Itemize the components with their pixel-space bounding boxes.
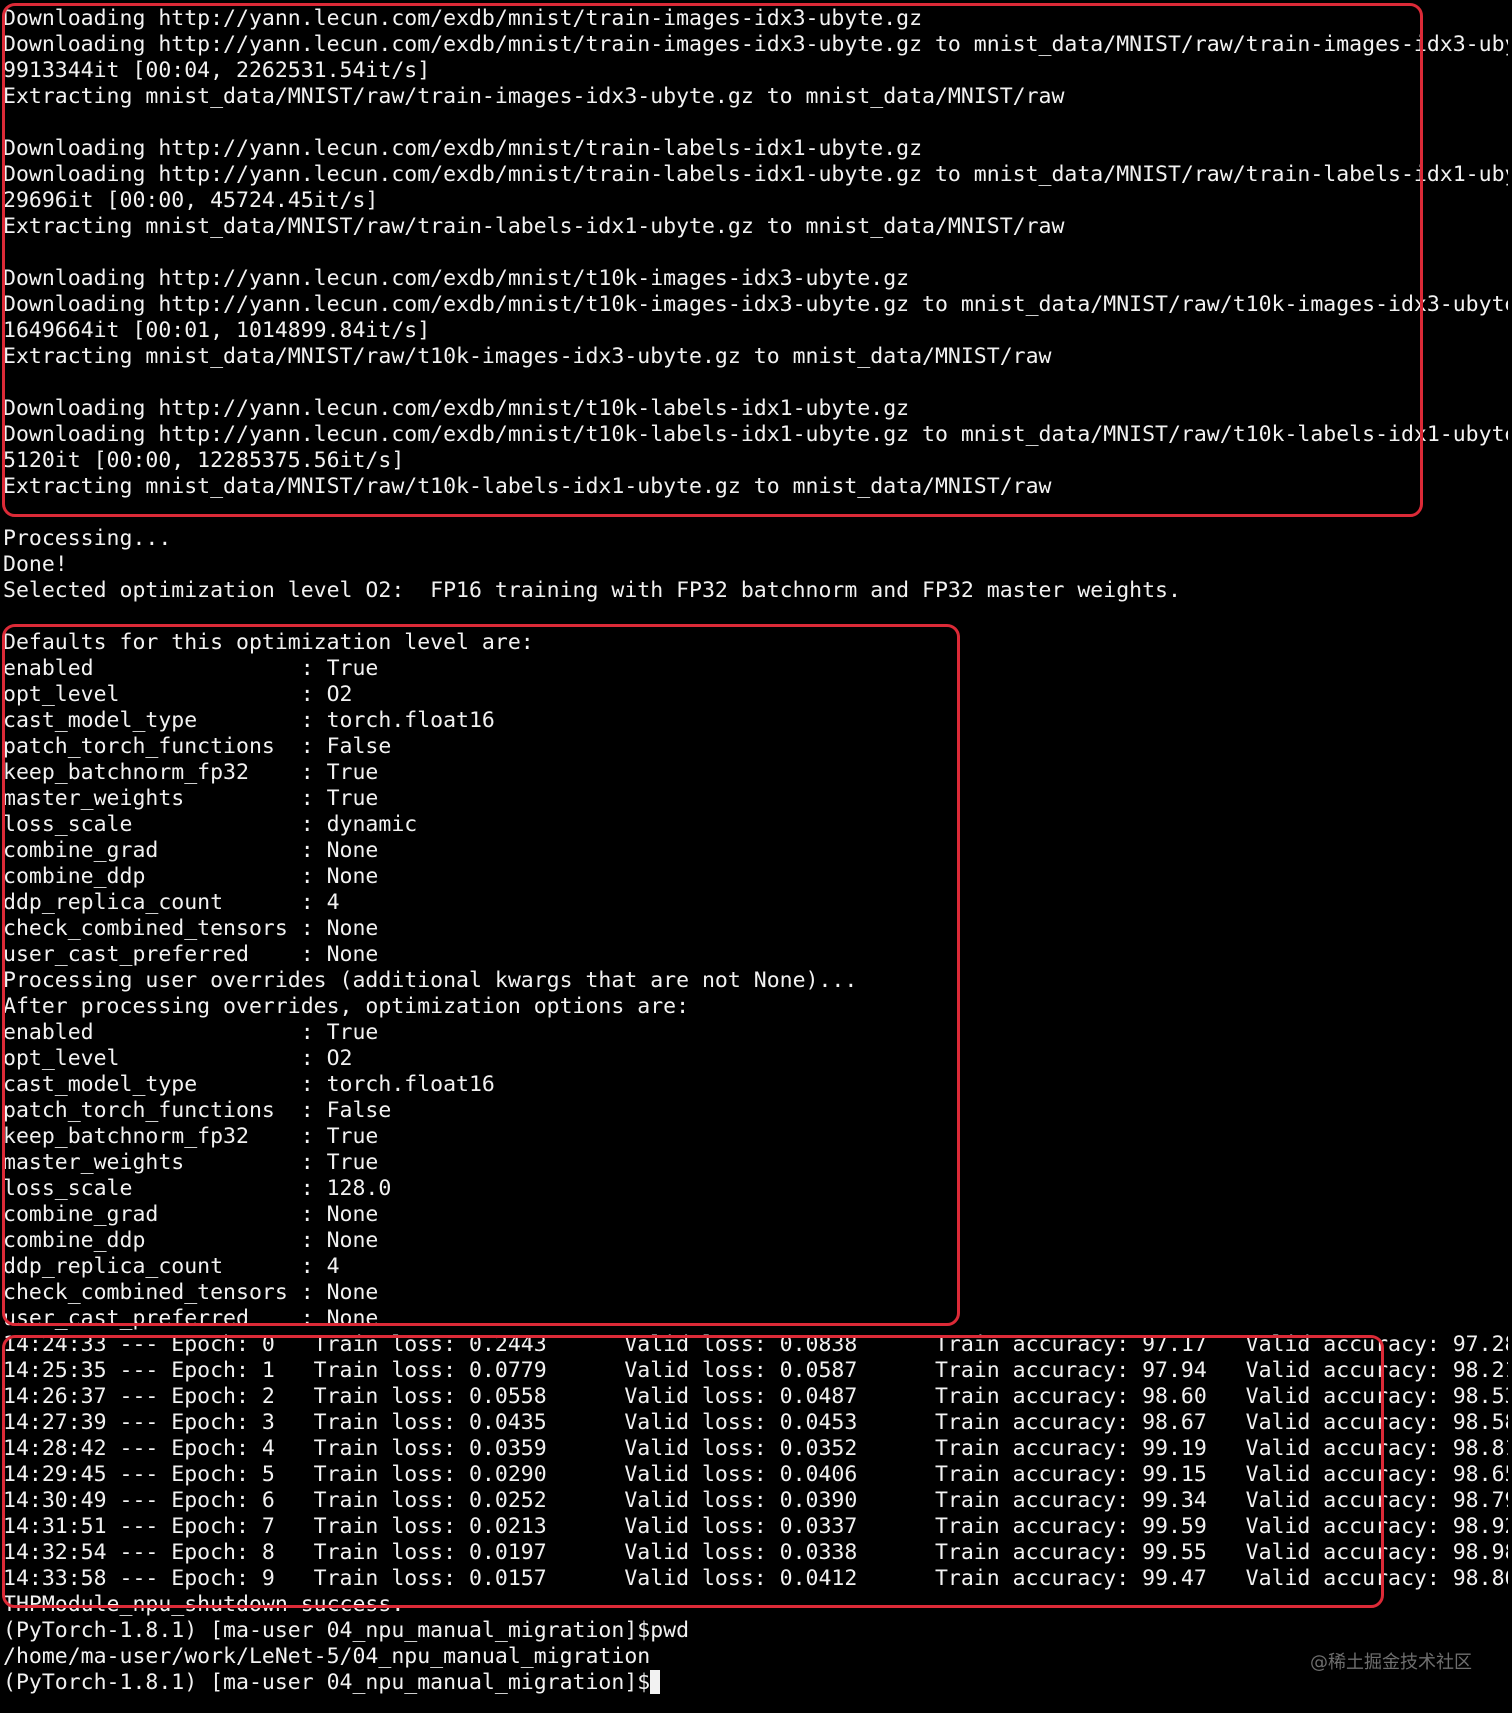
terminal-line: ddp_replica_count : 4	[3, 1254, 340, 1279]
terminal-line: THPModule_npu_shutdown success.	[3, 1592, 405, 1617]
terminal-line: 14:27:39 --- Epoch: 3 Train loss: 0.0435…	[3, 1410, 1508, 1435]
terminal-line: master_weights : True	[3, 1150, 379, 1175]
text-cursor	[650, 1670, 661, 1694]
watermark: @稀土掘金技术社区	[1310, 1652, 1472, 1673]
terminal-line: Downloading http://yann.lecun.com/exdb/m…	[3, 292, 1508, 317]
terminal-line: patch_torch_functions : False	[3, 1098, 392, 1123]
terminal-line: user_cast_preferred : None	[3, 942, 379, 967]
terminal-line: opt_level : O2	[3, 1046, 353, 1071]
terminal-line: (PyTorch-1.8.1) [ma-user 04_npu_manual_m…	[3, 1670, 1508, 1696]
terminal-line: After processing overrides, optimization…	[3, 994, 690, 1019]
terminal-line: check_combined_tensors : None	[3, 916, 379, 941]
terminal-line: enabled : True	[3, 1020, 379, 1045]
terminal-line: 14:29:45 --- Epoch: 5 Train loss: 0.0290…	[3, 1462, 1508, 1487]
terminal-line: check_combined_tensors : None	[3, 1280, 379, 1305]
terminal-line: 1649664it [00:01, 1014899.84it/s]	[3, 318, 431, 343]
terminal-line: Downloading http://yann.lecun.com/exdb/m…	[3, 422, 1508, 447]
terminal-line: Downloading http://yann.lecun.com/exdb/m…	[3, 266, 910, 291]
terminal-line: Extracting mnist_data/MNIST/raw/t10k-lab…	[3, 474, 1052, 499]
terminal-line: 29696it [00:00, 45724.45it/s]	[3, 188, 379, 213]
terminal-line: Downloading http://yann.lecun.com/exdb/m…	[3, 396, 910, 421]
terminal-line: combine_grad : None	[3, 1202, 379, 1227]
terminal-line: user_cast_preferred : None	[3, 1306, 379, 1331]
terminal-line: 14:24:33 --- Epoch: 0 Train loss: 0.2443…	[3, 1332, 1508, 1357]
terminal-output[interactable]: Downloading http://yann.lecun.com/exdb/m…	[3, 6, 1508, 1710]
terminal-line: opt_level : O2	[3, 682, 353, 707]
terminal-line: cast_model_type : torch.float16	[3, 708, 495, 733]
terminal-line: (PyTorch-1.8.1) [ma-user 04_npu_manual_m…	[3, 1618, 690, 1643]
terminal-line: cast_model_type : torch.float16	[3, 1072, 495, 1097]
terminal-line: 14:28:42 --- Epoch: 4 Train loss: 0.0359…	[3, 1436, 1508, 1461]
terminal-line: Defaults for this optimization level are…	[3, 630, 534, 655]
terminal-line: combine_grad : None	[3, 838, 379, 863]
terminal-line: Extracting mnist_data/MNIST/raw/t10k-ima…	[3, 344, 1052, 369]
terminal-line: ddp_replica_count : 4	[3, 890, 340, 915]
terminal-line: 14:32:54 --- Epoch: 8 Train loss: 0.0197…	[3, 1540, 1508, 1565]
terminal-line: Extracting mnist_data/MNIST/raw/train-la…	[3, 214, 1065, 239]
terminal-line: Selected optimization level O2: FP16 tra…	[3, 578, 1181, 603]
terminal-line: Downloading http://yann.lecun.com/exdb/m…	[3, 162, 1508, 187]
terminal-line: Processing...	[3, 526, 172, 551]
terminal-line: Processing user overrides (additional kw…	[3, 968, 858, 993]
terminal-line: master_weights : True	[3, 786, 379, 811]
terminal-line: patch_torch_functions : False	[3, 734, 392, 759]
terminal-line: loss_scale : dynamic	[3, 812, 418, 837]
terminal-line: loss_scale : 128.0	[3, 1176, 392, 1201]
terminal-line: 14:31:51 --- Epoch: 7 Train loss: 0.0213…	[3, 1514, 1508, 1539]
terminal-line: 14:25:35 --- Epoch: 1 Train loss: 0.0779…	[3, 1358, 1508, 1383]
terminal-line: 9913344it [00:04, 2262531.54it/s]	[3, 58, 431, 83]
terminal-line: 14:26:37 --- Epoch: 2 Train loss: 0.0558…	[3, 1384, 1508, 1409]
terminal-line: keep_batchnorm_fp32 : True	[3, 1124, 379, 1149]
terminal-line: keep_batchnorm_fp32 : True	[3, 760, 379, 785]
terminal-line: Downloading http://yann.lecun.com/exdb/m…	[3, 32, 1508, 57]
terminal-line: Downloading http://yann.lecun.com/exdb/m…	[3, 6, 923, 31]
terminal-line: combine_ddp : None	[3, 1228, 379, 1253]
terminal-line: Downloading http://yann.lecun.com/exdb/m…	[3, 136, 923, 161]
terminal-line: 14:30:49 --- Epoch: 6 Train loss: 0.0252…	[3, 1488, 1508, 1513]
terminal-line: 14:33:58 --- Epoch: 9 Train loss: 0.0157…	[3, 1566, 1508, 1591]
terminal-line: combine_ddp : None	[3, 864, 379, 889]
terminal-line: Done!	[3, 552, 68, 577]
terminal-line: 5120it [00:00, 12285375.56it/s]	[3, 448, 405, 473]
terminal-line: /home/ma-user/work/LeNet-5/04_npu_manual…	[3, 1644, 651, 1669]
terminal-line: enabled : True	[3, 656, 379, 681]
terminal-line: Extracting mnist_data/MNIST/raw/train-im…	[3, 84, 1065, 109]
